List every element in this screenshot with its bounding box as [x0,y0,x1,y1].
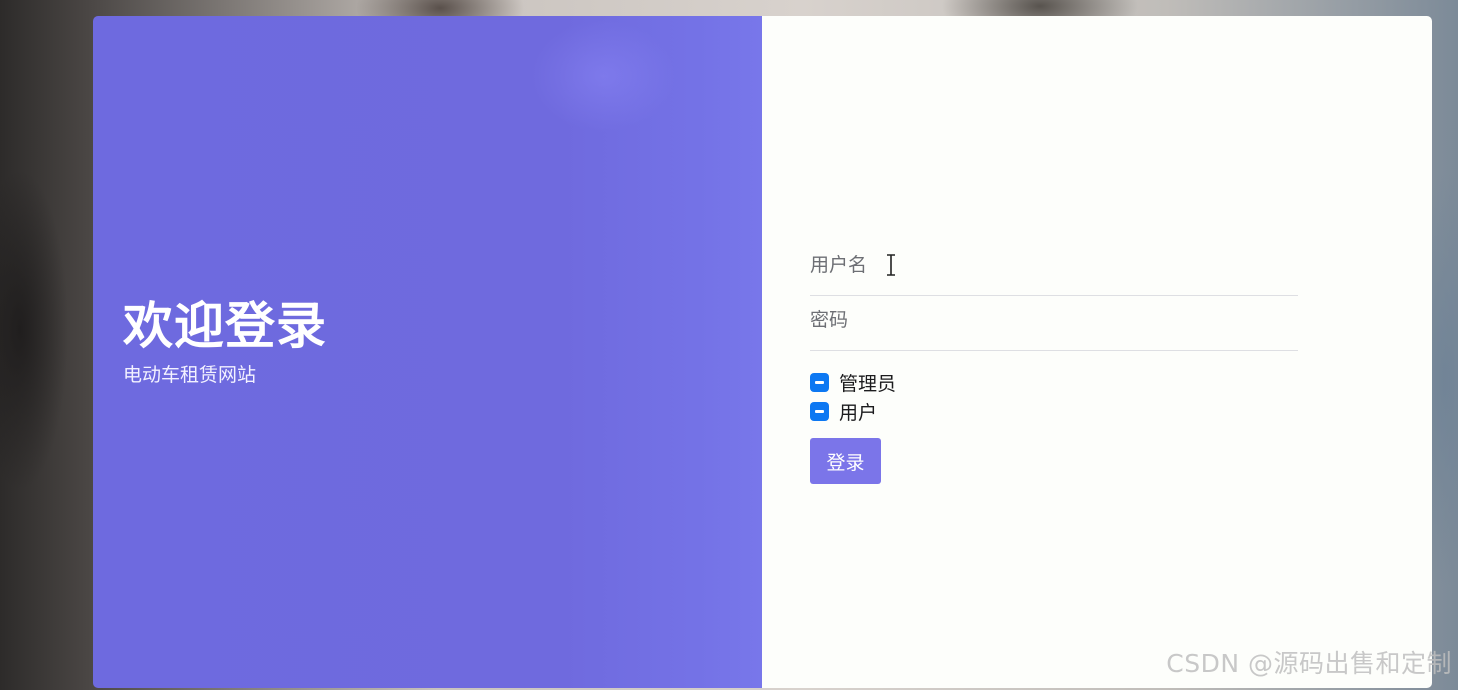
site-subtitle: 电动车租赁网站 [123,364,257,386]
login-form: 管理员 用户 登录 [810,241,1298,484]
checkbox-indeterminate-icon[interactable] [810,402,829,421]
username-input[interactable] [810,247,1290,283]
role-label-admin: 管理员 [839,373,897,395]
role-checkbox-group: 管理员 用户 [810,368,1298,426]
welcome-title: 欢迎登录 [123,297,327,355]
login-form-panel: 管理员 用户 登录 [762,16,1432,688]
password-input[interactable] [810,302,1290,338]
welcome-panel: 欢迎登录 电动车租赁网站 [93,16,762,688]
role-checkbox-user[interactable]: 用户 [810,397,1298,426]
login-button[interactable]: 登录 [810,438,881,484]
text-cursor-icon [887,254,895,276]
username-field-row [810,241,1298,296]
checkbox-indeterminate-icon[interactable] [810,373,829,392]
password-field-row [810,296,1298,351]
login-card: 欢迎登录 电动车租赁网站 管理员 用户 登录 [93,16,1432,688]
role-checkbox-admin[interactable]: 管理员 [810,368,1298,397]
role-label-user: 用户 [839,402,878,424]
csdn-watermark: CSDN @源码出售和定制 [1166,649,1452,678]
